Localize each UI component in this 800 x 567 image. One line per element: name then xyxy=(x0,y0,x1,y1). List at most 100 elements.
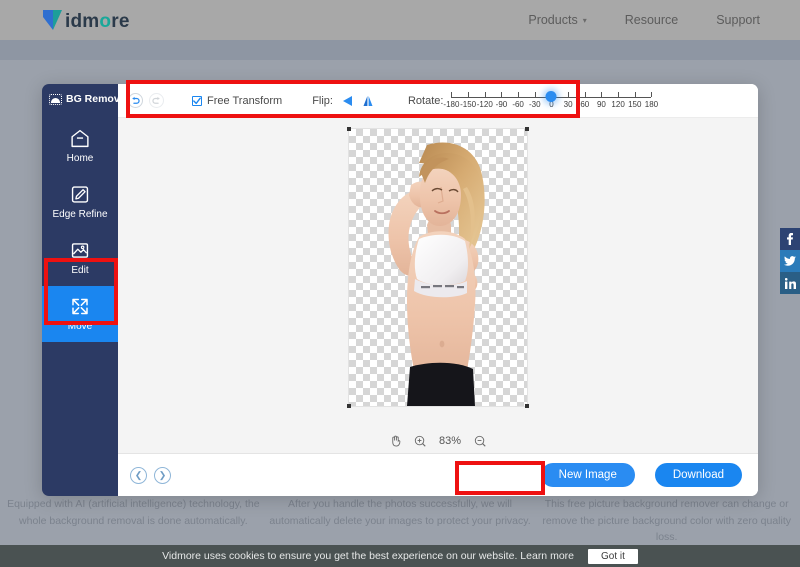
rotate-tick-label: -30 xyxy=(528,99,541,109)
logo-wordmark: idmore xyxy=(65,12,130,32)
bg-remover-app-window: BG Remover Home Edge Refine Edit Move Fr… xyxy=(42,84,758,496)
rotate-tick xyxy=(601,91,603,97)
sidebar-items: Home Edge Refine Edit Move xyxy=(42,118,118,342)
cookie-consent-bar: Vidmore uses cookies to ensure you get t… xyxy=(0,545,800,567)
home-icon xyxy=(71,129,89,148)
nav-item-products[interactable]: Products ▾ xyxy=(528,13,586,27)
sidebar-item-edge-refine[interactable]: Edge Refine xyxy=(42,174,118,230)
chevron-left-icon[interactable]: ❮ xyxy=(130,466,147,484)
site-header: idmore Products ▾ Resource Support xyxy=(0,0,800,40)
app-sidebar: BG Remover Home Edge Refine Edit Move xyxy=(42,84,130,496)
rotate-slider-handle[interactable] xyxy=(545,90,557,102)
nav-item-support-label: Support xyxy=(716,13,760,27)
linkedin-icon[interactable] xyxy=(780,272,800,294)
sidebar-title-label: BG Remover xyxy=(66,93,130,105)
edit-image-icon xyxy=(71,243,89,258)
subject-image xyxy=(349,129,527,406)
flip-vertical-icon[interactable] xyxy=(361,95,375,107)
move-arrows-icon xyxy=(72,298,88,315)
rotate-tick-label: 120 xyxy=(611,99,625,109)
app-main-column: Free Transform Flip: Rotate: -180 -150 -… xyxy=(118,84,758,496)
sidebar-item-move-label: Move xyxy=(67,321,93,332)
zoom-bar: 83% xyxy=(118,428,758,454)
rotate-tick xyxy=(651,91,653,97)
new-image-button[interactable]: New Image xyxy=(540,463,635,487)
chevron-down-icon: ▾ xyxy=(582,15,587,25)
selection-handle-top-left[interactable] xyxy=(347,126,351,131)
logo-v-icon xyxy=(42,8,64,32)
rotate-tick xyxy=(451,91,453,97)
image-canvas-area[interactable] xyxy=(118,118,758,428)
twitter-icon[interactable] xyxy=(780,250,800,272)
rotate-label: Rotate: xyxy=(407,94,444,107)
rotate-tick-label: -60 xyxy=(512,99,524,109)
nav-item-products-label: Products xyxy=(528,13,578,27)
facebook-icon[interactable] xyxy=(780,228,800,250)
sidebar-item-move[interactable]: Move xyxy=(42,286,118,342)
selection-handle-bottom-left[interactable] xyxy=(347,403,351,408)
feature-text-ai: Equipped with AI (artificial intelligenc… xyxy=(7,498,260,527)
nav-item-support[interactable]: Support xyxy=(716,13,760,27)
rotate-tick xyxy=(534,91,536,97)
rotate-tick xyxy=(584,91,586,97)
rotate-tick xyxy=(484,91,486,97)
hero-strip xyxy=(0,40,800,60)
rotate-tick-label: -150 xyxy=(460,99,477,109)
rotate-tick xyxy=(568,91,570,97)
zoom-level-label: 83% xyxy=(438,434,462,447)
download-button[interactable]: Download xyxy=(654,463,742,487)
rotate-tick-label: 180 xyxy=(644,99,659,109)
social-share-rail xyxy=(780,228,800,294)
rotate-tick-label: 60 xyxy=(580,99,590,109)
rotate-controls: Rotate: -180 -150 -120 -90 -60 -30 0 30 60 90 120 1… xyxy=(407,90,658,112)
rotate-tick xyxy=(468,91,470,97)
sidebar-item-home[interactable]: Home xyxy=(42,118,118,174)
app-footer-bar: ❮ ❯ New Image Download xyxy=(118,454,758,496)
transparent-checkerboard-canvas[interactable] xyxy=(347,126,529,408)
rotate-tick xyxy=(518,91,520,97)
zoom-in-icon[interactable] xyxy=(414,435,426,447)
cookie-message: Vidmore uses cookies to ensure you get t… xyxy=(162,550,518,562)
rotate-tick xyxy=(634,91,636,97)
feature-text-privacy: After you handle the photos successfully… xyxy=(269,498,531,527)
rotate-tick-label: 90 xyxy=(596,99,606,109)
selection-handle-bottom-right[interactable] xyxy=(525,403,529,408)
chevron-right-icon[interactable]: ❯ xyxy=(154,466,171,484)
rotate-tick-label: 30 xyxy=(563,99,573,109)
free-transform-label: Free Transform xyxy=(207,94,283,107)
sidebar-item-edit-label: Edit xyxy=(71,265,89,276)
flip-horizontal-icon[interactable] xyxy=(340,95,354,107)
logo-text-o: o xyxy=(99,11,112,32)
logo-text-id: id xyxy=(65,11,83,32)
nav-item-resource[interactable]: Resource xyxy=(625,13,679,27)
sidebar-item-home-label: Home xyxy=(66,153,94,164)
rotate-tick xyxy=(618,91,620,97)
sidebar-item-edit[interactable]: Edit xyxy=(42,230,118,286)
rotate-tick-label: 150 xyxy=(628,99,642,109)
cookie-text: Vidmore uses cookies to ensure you get t… xyxy=(162,550,574,562)
rotate-tick-label: -90 xyxy=(495,99,508,109)
rotate-tick-label: -120 xyxy=(476,99,493,109)
nav-item-resource-label: Resource xyxy=(624,13,679,27)
feature-columns: Equipped with AI (artificial intelligenc… xyxy=(0,495,800,545)
hand-tool-icon[interactable] xyxy=(390,435,401,447)
rotate-slider[interactable]: -180 -150 -120 -90 -60 -30 0 30 60 90 120 150 180 xyxy=(443,90,658,112)
cookie-accept-button[interactable]: Got it xyxy=(588,548,638,564)
site-nav: Products ▾ Resource Support xyxy=(528,13,760,27)
redo-icon[interactable] xyxy=(149,93,164,108)
editor-toolbar: Free Transform Flip: Rotate: -180 -150 -… xyxy=(118,84,758,118)
vidmore-logo[interactable]: idmore xyxy=(42,8,130,32)
cookie-learn-more-link[interactable]: Learn more xyxy=(520,550,574,562)
sidebar-item-edge-refine-label: Edge Refine xyxy=(52,209,108,220)
rotate-tick xyxy=(501,91,503,97)
selection-handle-top-right[interactable] xyxy=(525,126,529,131)
flip-label: Flip: xyxy=(312,94,333,107)
undo-icon[interactable] xyxy=(128,93,143,108)
zoom-out-icon[interactable] xyxy=(474,435,486,447)
footer-actions: New Image Download xyxy=(540,463,742,487)
rotate-tick-label: -180 xyxy=(443,99,460,109)
free-transform-checkbox[interactable]: Free Transform xyxy=(192,95,282,107)
sidebar-title: BG Remover xyxy=(42,84,130,105)
logo-text-m: m xyxy=(82,11,100,32)
image-mask-icon xyxy=(49,93,62,105)
